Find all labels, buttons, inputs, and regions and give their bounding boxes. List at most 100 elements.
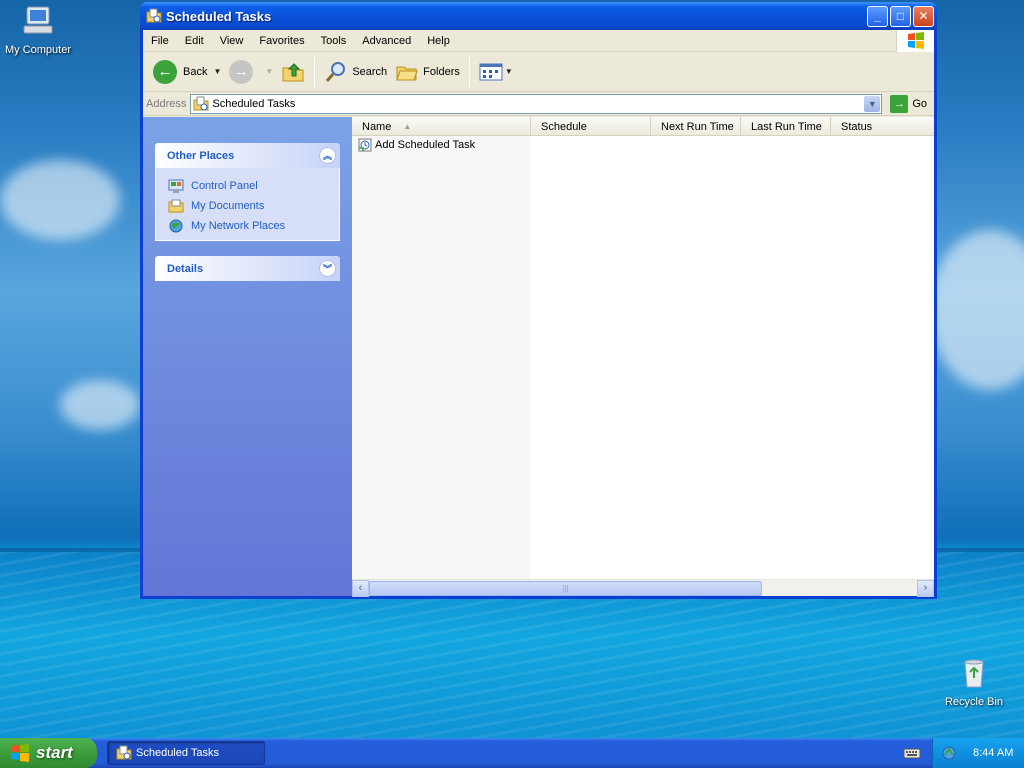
scheduled-tasks-icon: [116, 745, 132, 760]
windows-logo-icon: [896, 30, 934, 52]
menu-favorites[interactable]: Favorites: [251, 35, 312, 47]
column-label: Name: [362, 120, 392, 133]
my-documents-icon: [168, 199, 184, 213]
desktop-icon-label: Recycle Bin: [944, 696, 1004, 708]
back-arrow-icon: ←: [153, 59, 177, 84]
taskbar-item-label: Scheduled Tasks: [136, 747, 219, 759]
keyboard-icon[interactable]: [903, 745, 921, 761]
address-label: Address: [146, 97, 187, 110]
list-item-label: Add Scheduled Task: [375, 139, 476, 151]
desktop-icon-recycle-bin[interactable]: Recycle Bin: [934, 656, 1014, 708]
collapse-icon[interactable]: ︽: [319, 147, 336, 164]
folders-button[interactable]: Folders: [391, 56, 464, 88]
column-header-status[interactable]: Status: [831, 117, 934, 136]
scroll-track[interactable]: |||: [369, 580, 917, 597]
column-header-schedule[interactable]: Schedule: [531, 117, 651, 136]
control-panel-icon: [168, 179, 184, 193]
column-label: Next Run Time: [661, 120, 734, 133]
address-input[interactable]: Scheduled Tasks ▼: [190, 93, 883, 114]
network-tray-icon[interactable]: [941, 745, 957, 761]
go-button[interactable]: → Go: [886, 94, 931, 113]
back-label: Back: [183, 65, 208, 78]
up-folder-button[interactable]: [277, 56, 309, 88]
desktop-cloud: [930, 230, 1024, 390]
scheduled-tasks-icon: [146, 8, 162, 23]
start-label: start: [36, 743, 73, 762]
menu-edit[interactable]: Edit: [177, 35, 212, 47]
other-places-panel: Other Places ︽ Control Panel My Document…: [155, 143, 340, 241]
desktop-icon-my-computer[interactable]: My Computer: [0, 4, 78, 56]
window-body: File Edit View Favorites Tools Advanced …: [143, 30, 934, 597]
expand-icon[interactable]: ︾: [319, 260, 336, 277]
views-dropdown-icon[interactable]: ▼: [505, 67, 513, 76]
task-pane: Other Places ︽ Control Panel My Document…: [143, 117, 352, 596]
menu-advanced[interactable]: Advanced: [354, 35, 419, 47]
content-area: Other Places ︽ Control Panel My Document…: [143, 117, 934, 597]
scheduled-tasks-icon: [193, 96, 209, 110]
link-my-network-places[interactable]: My Network Places: [168, 216, 329, 236]
up-folder-icon: [282, 62, 304, 81]
list-rows: Add Scheduled Task: [352, 136, 934, 579]
close-button[interactable]: ✕: [913, 5, 934, 27]
details-header[interactable]: Details ︾: [155, 256, 340, 281]
menu-file[interactable]: File: [143, 35, 177, 47]
address-value: Scheduled Tasks: [212, 97, 296, 110]
other-places-title: Other Places: [167, 149, 235, 162]
clock[interactable]: 8:44 AM: [973, 747, 1013, 759]
computer-icon: [23, 6, 53, 34]
address-bar: Address Scheduled Tasks ▼ → Go: [143, 92, 934, 116]
views-button[interactable]: ▼: [475, 56, 517, 88]
system-tray: 8:44 AM: [932, 738, 1024, 768]
column-header-name[interactable]: Name ▲: [352, 117, 531, 136]
link-control-panel[interactable]: Control Panel: [168, 176, 329, 196]
menu-help[interactable]: Help: [419, 35, 458, 47]
maximize-button[interactable]: □: [890, 5, 911, 27]
window-title: Scheduled Tasks: [166, 8, 272, 24]
scheduled-tasks-window: Scheduled Tasks _ □ ✕ File Edit View Fav…: [140, 2, 937, 599]
add-task-icon: [358, 138, 372, 152]
other-places-header[interactable]: Other Places ︽: [155, 143, 340, 168]
taskbar-item-scheduled-tasks[interactable]: Scheduled Tasks: [107, 741, 265, 765]
file-list: Name ▲ Schedule Next Run Time Last Run T…: [352, 117, 934, 597]
title-bar[interactable]: Scheduled Tasks _ □ ✕: [140, 2, 937, 30]
folders-label: Folders: [423, 65, 460, 78]
toolbar-separator: [314, 56, 316, 87]
link-my-documents[interactable]: My Documents: [168, 196, 329, 216]
link-label: My Documents: [191, 200, 265, 212]
search-button[interactable]: Search: [320, 56, 391, 88]
column-header-next-run-time[interactable]: Next Run Time: [651, 117, 741, 136]
link-label: Control Panel: [191, 180, 258, 192]
views-icon: [479, 63, 503, 80]
back-button[interactable]: ← Back ▼: [149, 56, 225, 88]
forward-arrow-icon: →: [229, 59, 254, 84]
address-dropdown-icon[interactable]: ▼: [864, 95, 881, 112]
search-icon: [326, 61, 346, 82]
details-panel: Details ︾: [155, 256, 340, 281]
menu-bar: File Edit View Favorites Tools Advanced …: [143, 30, 934, 52]
forward-button[interactable]: → ▼: [225, 56, 277, 88]
scroll-thumb[interactable]: |||: [369, 580, 762, 596]
start-button[interactable]: start: [0, 738, 97, 768]
desktop-icon-label: My Computer: [4, 44, 72, 56]
go-label: Go: [912, 97, 927, 110]
back-dropdown-icon[interactable]: ▼: [213, 67, 221, 76]
search-label: Search: [352, 65, 388, 78]
minimize-button[interactable]: _: [867, 5, 888, 27]
network-places-icon: [169, 219, 183, 233]
scroll-right-button[interactable]: ›: [917, 579, 934, 597]
column-headers: Name ▲ Schedule Next Run Time Last Run T…: [352, 117, 934, 136]
go-arrow-icon: →: [890, 94, 909, 113]
menu-tools[interactable]: Tools: [313, 35, 355, 47]
recycle-bin-icon: [964, 659, 984, 688]
column-label: Schedule: [541, 120, 587, 133]
scroll-left-button[interactable]: ‹: [352, 579, 369, 597]
menu-view[interactable]: View: [212, 35, 252, 47]
column-header-last-run-time[interactable]: Last Run Time: [741, 117, 831, 136]
sort-ascending-icon: ▲: [403, 122, 412, 131]
folders-icon: [396, 66, 418, 80]
horizontal-scrollbar[interactable]: ‹ ||| ›: [352, 579, 934, 597]
taskbar: start Scheduled Tasks 8:44 AM: [0, 738, 1024, 768]
forward-dropdown-icon[interactable]: ▼: [265, 67, 273, 76]
list-item[interactable]: Add Scheduled Task: [352, 136, 934, 154]
windows-flag-icon: [11, 744, 29, 762]
